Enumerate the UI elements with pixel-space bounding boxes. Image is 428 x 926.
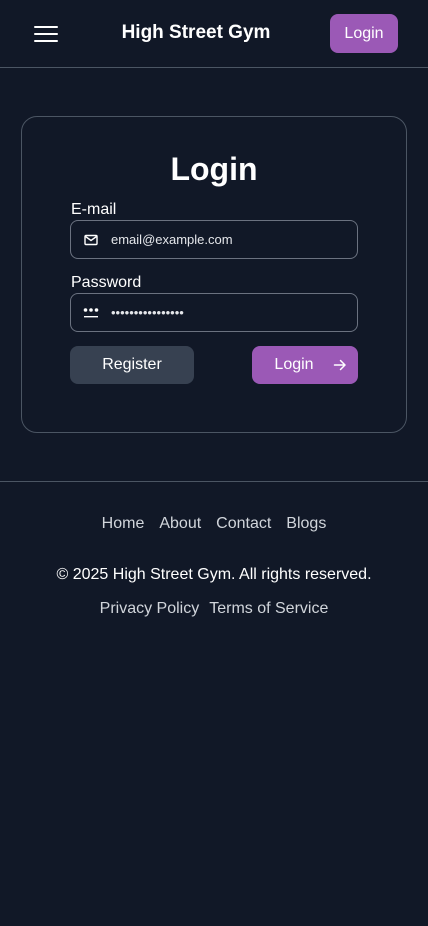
register-button[interactable]: Register <box>70 346 194 384</box>
password-field[interactable] <box>70 293 358 332</box>
footer-link-home[interactable]: Home <box>102 515 145 533</box>
login-title: Login <box>170 151 258 187</box>
password-dots-icon <box>71 294 111 331</box>
footer: Home About Contact Blogs © 2025 High Str… <box>0 481 428 641</box>
nav-login-button[interactable]: Login <box>330 14 398 53</box>
footer-link-about[interactable]: About <box>159 515 201 533</box>
terms-of-service-link[interactable]: Terms of Service <box>209 600 328 618</box>
footer-link-contact[interactable]: Contact <box>216 515 271 533</box>
email-field[interactable] <box>70 220 358 259</box>
login-submit-button[interactable]: Login <box>252 346 358 384</box>
email-input[interactable] <box>111 221 351 258</box>
legal-links: Privacy Policy Terms of Service <box>0 600 428 618</box>
password-label: Password <box>71 274 142 291</box>
password-input[interactable] <box>111 294 351 331</box>
mail-icon <box>71 221 111 258</box>
arrow-right-icon <box>333 358 347 376</box>
footer-nav: Home About Contact Blogs <box>0 515 428 533</box>
copyright-text: © 2025 High Street Gym. All rights reser… <box>56 566 372 583</box>
footer-link-blogs[interactable]: Blogs <box>286 515 326 533</box>
top-navbar: High Street Gym Login <box>0 0 428 68</box>
privacy-policy-link[interactable]: Privacy Policy <box>100 600 200 618</box>
login-card: Login E-mail Password Register Login <box>21 116 407 433</box>
email-label: E-mail <box>71 201 117 218</box>
login-submit-label: Login <box>274 356 314 373</box>
